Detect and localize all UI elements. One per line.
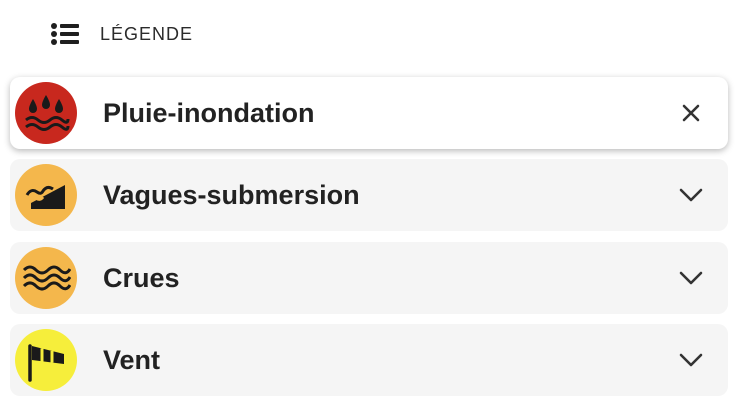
windsock-icon [15,329,77,391]
legend-header: LÉGENDE [50,14,193,54]
legend-panel: LÉGENDE Pluie-inondation Vagues-submersi… [0,0,735,400]
legend-title: LÉGENDE [100,23,194,44]
close-icon[interactable] [676,98,706,128]
floods-icon [15,247,77,309]
legend-item-pluie-inondation[interactable]: Pluie-inondation [10,77,728,149]
list-icon [50,22,80,46]
legend-item-label: Vagues-submersion [103,179,360,210]
legend-item-crues[interactable]: Crues [10,242,728,314]
chevron-down-icon[interactable] [676,345,706,375]
legend-item-label: Crues [103,262,180,293]
legend-item-label: Pluie-inondation [103,97,315,128]
chevron-down-icon[interactable] [676,263,706,293]
rain-flood-icon [15,82,77,144]
legend-item-label: Vent [103,344,161,375]
waves-submersion-icon [15,164,77,226]
chevron-down-icon[interactable] [676,180,706,210]
legend-item-vent[interactable]: Vent [10,324,728,396]
legend-item-vagues-submersion[interactable]: Vagues-submersion [10,159,728,231]
